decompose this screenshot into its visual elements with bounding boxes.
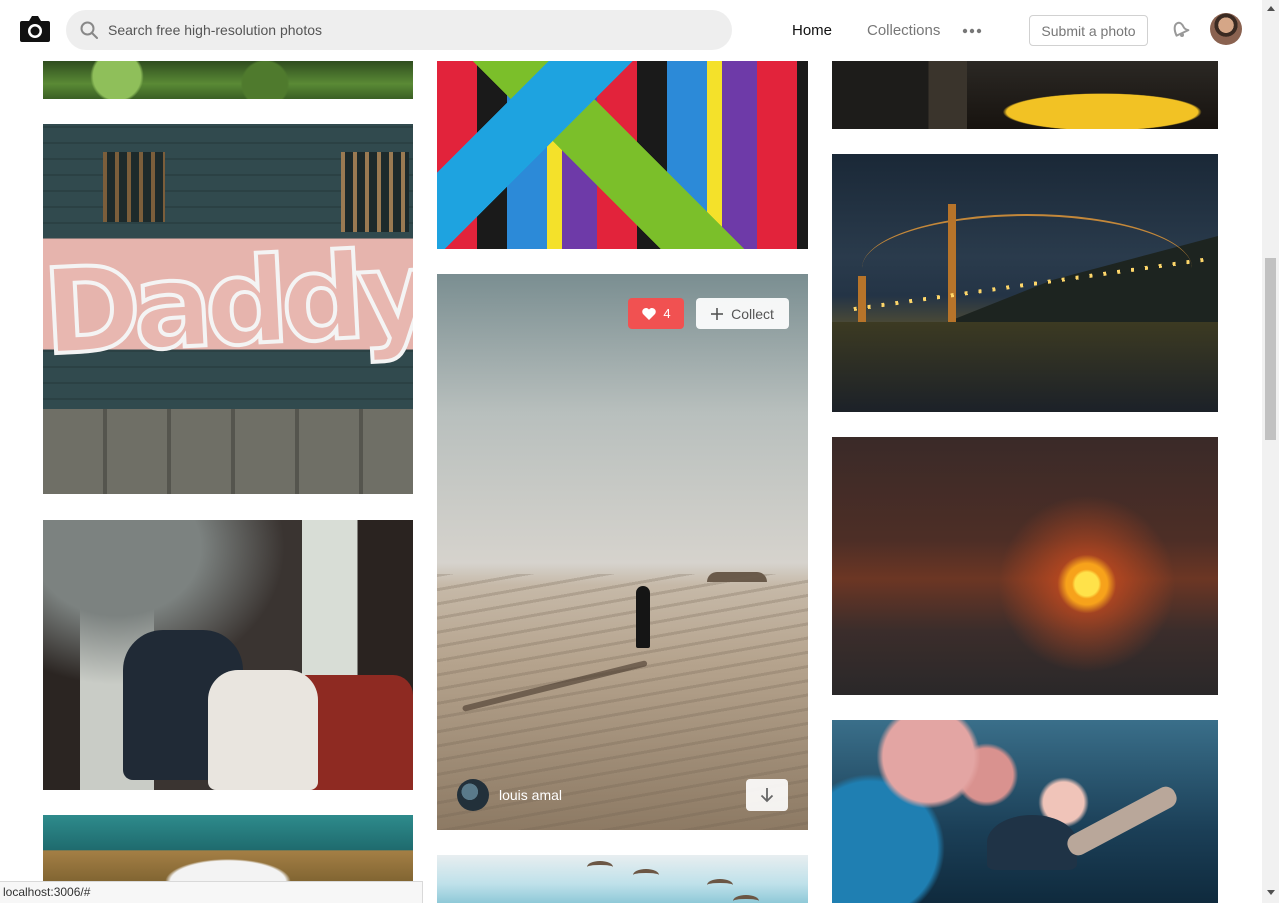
person-hat [987,815,1077,870]
photo-smoke-bomb[interactable] [832,720,1218,903]
search-input[interactable] [108,10,718,50]
author-avatar[interactable] [457,779,489,811]
photo-author[interactable]: louis amal [457,779,562,811]
photo-colorful-graffiti[interactable] [437,61,808,249]
bell-icon[interactable] [1168,18,1190,40]
browser-status-bar: localhost:3006/# [0,881,423,903]
scroll-up-arrow-icon[interactable] [1267,6,1275,11]
seagull [587,861,613,873]
author-name[interactable]: louis amal [499,787,562,803]
status-url: localhost:3006/# [3,885,91,899]
graffiti-lettering: Daddy [43,222,413,384]
photo-plants[interactable] [43,61,413,99]
collect-label: Collect [731,305,774,322]
seagull [733,895,759,903]
stone-base [43,409,413,494]
person-figure [636,586,650,648]
photo-golden-gate-bridge[interactable] [832,154,1218,412]
person-arm [1063,783,1181,859]
submit-photo-button[interactable]: Submit a photo [1029,15,1148,46]
scroll-down-arrow-icon[interactable] [1267,890,1275,895]
more-dots-icon[interactable] [960,22,984,40]
download-button[interactable] [746,779,788,811]
window-bars [341,152,409,232]
collect-button[interactable]: Collect [696,298,789,329]
photo-couple-car[interactable] [43,520,413,790]
photo-sunset[interactable] [832,437,1218,695]
plus-icon [711,307,724,320]
photo-graffiti-wall[interactable]: Daddy [43,124,413,494]
page-scrollbar[interactable] [1262,0,1279,903]
bride-figure [208,670,318,790]
heart-icon [642,307,657,320]
bridge-tower [948,204,956,322]
nav-home-link[interactable]: Home [792,22,832,39]
photo-ocean-wave[interactable] [43,815,413,885]
window-bars [103,152,165,222]
seagull [633,869,659,881]
top-header: Home Collections Submit a photo [0,0,1262,61]
like-button[interactable]: 4 [628,298,684,329]
photo-yellow-taxi[interactable] [832,61,1218,129]
photo-seagulls[interactable] [437,855,808,903]
nav-collections-link[interactable]: Collections [867,22,940,39]
download-arrow-icon [760,788,774,803]
seagull [707,879,733,891]
bridge-tower [858,276,866,322]
user-avatar[interactable] [1210,13,1242,45]
search-bar[interactable] [66,10,732,50]
like-count: 4 [663,306,671,321]
bay-water [832,322,1218,412]
bridge-cable [862,214,1192,304]
camera-logo-icon[interactable] [19,14,51,44]
scrollbar-thumb[interactable] [1265,258,1276,440]
photo-desert-walker[interactable]: 4 Collect louis amal [437,274,808,830]
search-icon [80,21,98,39]
